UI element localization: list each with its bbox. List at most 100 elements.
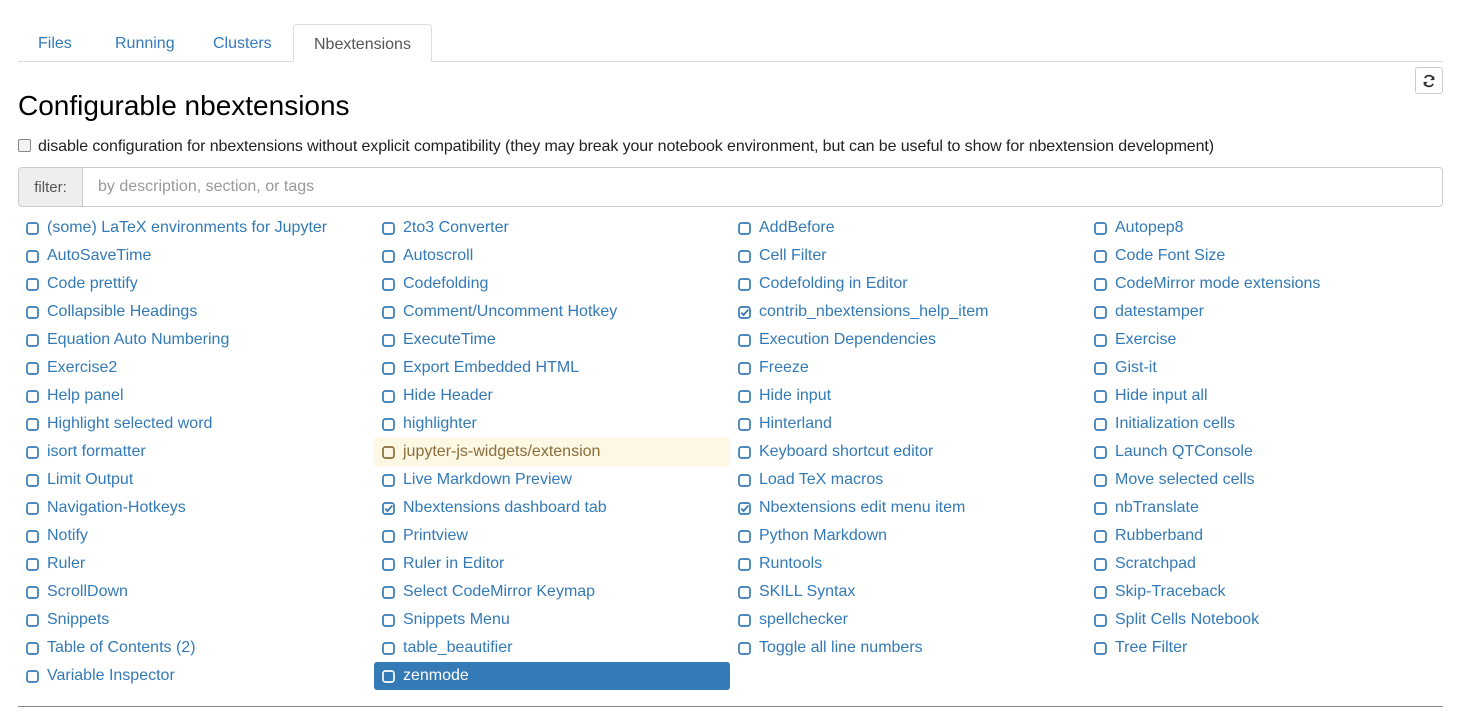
- extension-item[interactable]: ExecuteTime: [374, 326, 730, 354]
- extension-item[interactable]: Python Markdown: [730, 522, 1086, 550]
- extension-item[interactable]: jupyter-js-widgets/extension: [374, 438, 730, 466]
- extension-item[interactable]: Snippets Menu: [374, 606, 730, 634]
- extension-item[interactable]: Ruler in Editor: [374, 550, 730, 578]
- tab-clusters[interactable]: Clusters: [193, 24, 292, 61]
- extension-item[interactable]: Codefolding: [374, 270, 730, 298]
- extension-label: Skip-Traceback: [1115, 583, 1226, 600]
- tab-bar: Files Running Clusters Nbextensions: [18, 24, 1443, 62]
- extension-item[interactable]: Skip-Traceback: [1086, 578, 1443, 606]
- extension-item[interactable]: contrib_nbextensions_help_item: [730, 298, 1086, 326]
- extension-item[interactable]: Hide Header: [374, 382, 730, 410]
- extension-list: (some) LaTeX environments for Jupyter 2to…: [18, 214, 1443, 690]
- extension-item[interactable]: CodeMirror mode extensions: [1086, 270, 1443, 298]
- extension-item[interactable]: table_beautifier: [374, 634, 730, 662]
- extension-item[interactable]: Move selected cells: [1086, 466, 1443, 494]
- unchecked-box-icon: [26, 389, 39, 403]
- extension-item[interactable]: Rubberband: [1086, 522, 1443, 550]
- extension-item[interactable]: Exercise: [1086, 326, 1443, 354]
- extension-item[interactable]: SKILL Syntax: [730, 578, 1086, 606]
- extension-item[interactable]: Gist-it: [1086, 354, 1443, 382]
- extension-item[interactable]: nbTranslate: [1086, 494, 1443, 522]
- extension-item[interactable]: Hide input all: [1086, 382, 1443, 410]
- extension-item[interactable]: Tree Filter: [1086, 634, 1443, 662]
- unchecked-box-icon: [26, 361, 39, 375]
- extension-label: Nbextensions edit menu item: [759, 499, 966, 516]
- extension-item[interactable]: Code Font Size: [1086, 242, 1443, 270]
- extension-label: Load TeX macros: [759, 471, 884, 488]
- extension-item[interactable]: Autopep8: [1086, 214, 1443, 242]
- extension-item[interactable]: Load TeX macros: [730, 466, 1086, 494]
- extension-item[interactable]: Autoscroll: [374, 242, 730, 270]
- extension-item[interactable]: Keyboard shortcut editor: [730, 438, 1086, 466]
- extension-label: zenmode: [403, 667, 469, 684]
- extension-item[interactable]: Freeze: [730, 354, 1086, 382]
- extension-item[interactable]: spellchecker: [730, 606, 1086, 634]
- extension-item[interactable]: Toggle all line numbers: [730, 634, 1086, 662]
- unchecked-box-icon: [382, 305, 395, 319]
- extension-item[interactable]: Codefolding in Editor: [730, 270, 1086, 298]
- extension-item[interactable]: Ruler: [18, 550, 374, 578]
- extension-item[interactable]: Nbextensions dashboard tab: [374, 494, 730, 522]
- page-title: Configurable nbextensions: [18, 90, 350, 121]
- extension-item[interactable]: isort formatter: [18, 438, 374, 466]
- filter-input[interactable]: [83, 167, 1443, 207]
- unchecked-box-icon: [1094, 277, 1107, 291]
- refresh-button[interactable]: [1415, 67, 1443, 94]
- extension-label: Codefolding: [403, 275, 489, 292]
- unchecked-box-icon: [1094, 641, 1107, 655]
- unchecked-box-icon: [382, 557, 395, 571]
- extension-item[interactable]: Split Cells Notebook: [1086, 606, 1443, 634]
- extension-label: Snippets Menu: [403, 611, 510, 628]
- extension-item[interactable]: AddBefore: [730, 214, 1086, 242]
- extension-item[interactable]: Variable Inspector: [18, 662, 374, 690]
- unchecked-box-icon: [382, 361, 395, 375]
- tab-nbextensions[interactable]: Nbextensions: [293, 24, 432, 62]
- extension-item[interactable]: 2to3 Converter: [374, 214, 730, 242]
- extension-item[interactable]: Hinterland: [730, 410, 1086, 438]
- checked-box-icon: [382, 501, 395, 515]
- extension-item[interactable]: Launch QTConsole: [1086, 438, 1443, 466]
- extension-item[interactable]: AutoSaveTime: [18, 242, 374, 270]
- extension-item[interactable]: Limit Output: [18, 466, 374, 494]
- extension-item[interactable]: Table of Contents (2): [18, 634, 374, 662]
- extension-item[interactable]: datestamper: [1086, 298, 1443, 326]
- extension-item[interactable]: highlighter: [374, 410, 730, 438]
- extension-item[interactable]: Comment/Uncomment Hotkey: [374, 298, 730, 326]
- extension-item[interactable]: Printview: [374, 522, 730, 550]
- extension-item[interactable]: Snippets: [18, 606, 374, 634]
- extension-item[interactable]: Initialization cells: [1086, 410, 1443, 438]
- extension-item[interactable]: Notify: [18, 522, 374, 550]
- extension-item[interactable]: Exercise2: [18, 354, 374, 382]
- extension-item[interactable]: Export Embedded HTML: [374, 354, 730, 382]
- extension-item[interactable]: Cell Filter: [730, 242, 1086, 270]
- unchecked-box-icon: [382, 585, 395, 599]
- unchecked-box-icon: [382, 249, 395, 263]
- tab-running[interactable]: Running: [95, 24, 195, 61]
- extension-item[interactable]: Nbextensions edit menu item: [730, 494, 1086, 522]
- unchecked-box-icon: [382, 417, 395, 431]
- unchecked-box-icon: [382, 333, 395, 347]
- unchecked-box-icon: [26, 473, 39, 487]
- extension-item[interactable]: Collapsible Headings: [18, 298, 374, 326]
- extension-item[interactable]: Code prettify: [18, 270, 374, 298]
- extension-item[interactable]: Equation Auto Numbering: [18, 326, 374, 354]
- extension-label: Exercise2: [47, 359, 118, 376]
- extension-label: Code Font Size: [1115, 247, 1226, 264]
- extension-item[interactable]: Help panel: [18, 382, 374, 410]
- extension-item[interactable]: Execution Dependencies: [730, 326, 1086, 354]
- extension-item[interactable]: zenmode: [374, 662, 730, 690]
- unchecked-box-icon: [738, 613, 751, 627]
- extension-label: Printview: [403, 527, 468, 544]
- extension-item[interactable]: ScrollDown: [18, 578, 374, 606]
- extension-item[interactable]: Hide input: [730, 382, 1086, 410]
- tab-files[interactable]: Files: [18, 24, 92, 61]
- extension-item[interactable]: Runtools: [730, 550, 1086, 578]
- extension-item[interactable]: Live Markdown Preview: [374, 466, 730, 494]
- extension-item[interactable]: (some) LaTeX environments for Jupyter: [18, 214, 374, 242]
- extension-item[interactable]: Navigation-Hotkeys: [18, 494, 374, 522]
- extension-item[interactable]: Highlight selected word: [18, 410, 374, 438]
- compat-checkbox[interactable]: [18, 138, 31, 152]
- filter-group: filter:: [18, 167, 1443, 207]
- extension-item[interactable]: Scratchpad: [1086, 550, 1443, 578]
- extension-item[interactable]: Select CodeMirror Keymap: [374, 578, 730, 606]
